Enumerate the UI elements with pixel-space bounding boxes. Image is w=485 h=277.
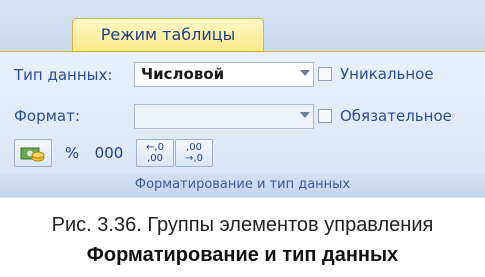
decrease-decimals-top: ,00 bbox=[186, 142, 202, 153]
chevron-down-icon[interactable] bbox=[300, 112, 310, 118]
figure-caption: Рис. 3.36. Группы элементов управления bbox=[51, 214, 434, 236]
percent-format-button[interactable]: % bbox=[58, 139, 86, 167]
ribbon-tab-strip: Режим таблицы bbox=[0, 0, 485, 52]
decrease-decimals-button[interactable]: ,00 →,0 bbox=[175, 139, 213, 167]
group-label: Форматирование и тип данных bbox=[0, 173, 485, 197]
required-label: Обязательное bbox=[340, 107, 452, 125]
unique-label: Уникальное bbox=[340, 65, 434, 83]
currency-format-button[interactable] bbox=[14, 139, 52, 167]
data-type-label: Тип данных: bbox=[14, 66, 113, 84]
data-type-dropdown[interactable]: Числовой bbox=[134, 62, 314, 87]
format-label: Формат: bbox=[14, 107, 80, 125]
increase-decimals-top: ←,0 bbox=[146, 142, 164, 153]
figure-caption-title: Форматирование и тип данных bbox=[86, 244, 399, 266]
chevron-down-icon[interactable] bbox=[300, 70, 310, 76]
unique-checkbox[interactable] bbox=[318, 67, 332, 81]
format-dropdown[interactable] bbox=[134, 104, 314, 129]
decrease-decimals-bottom: →,0 bbox=[185, 153, 203, 164]
tab-datasheet-mode[interactable]: Режим таблицы bbox=[72, 18, 264, 52]
required-checkbox[interactable] bbox=[318, 109, 332, 123]
currency-icon bbox=[20, 147, 45, 162]
thousands-separator-button[interactable]: 000 bbox=[90, 139, 128, 167]
increase-decimals-button[interactable]: ←,0 ,00 bbox=[136, 139, 174, 167]
increase-decimals-bottom: ,00 bbox=[147, 153, 163, 164]
data-type-value: Числовой bbox=[141, 65, 225, 83]
